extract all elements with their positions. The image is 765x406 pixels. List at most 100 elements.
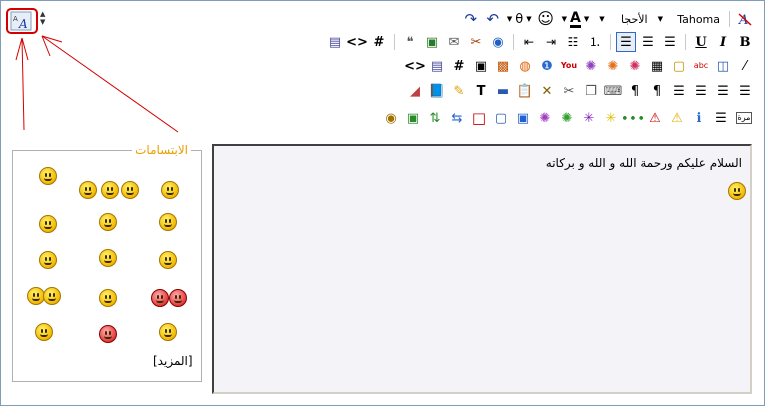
font-color-select[interactable]: ▼ A ▼: [558, 9, 594, 29]
smiley-icon: ☺: [537, 9, 554, 28]
star-button-2[interactable]: ✳: [579, 108, 599, 128]
special-chars-select[interactable]: ▼ θ ▼: [505, 9, 534, 29]
hash-button-2[interactable]: #: [449, 56, 469, 76]
media-button[interactable]: ◍: [515, 56, 535, 76]
smiley-7[interactable]: [99, 213, 117, 231]
indent-button[interactable]: ⇥: [541, 32, 561, 52]
email-button[interactable]: ✉: [444, 32, 464, 52]
smiley-10[interactable]: [99, 249, 117, 267]
marquee-button[interactable]: مرة: [733, 108, 755, 128]
eraser-button[interactable]: ◢: [405, 81, 425, 101]
align-center-button-2[interactable]: ☰: [691, 81, 711, 101]
gallery-button[interactable]: ▣: [471, 56, 491, 76]
align-right-button[interactable]: ☰: [660, 32, 680, 52]
dots-button[interactable]: ∙∙∙: [621, 108, 645, 128]
alert-button[interactable]: ⚠: [645, 108, 665, 128]
rtl-button[interactable]: ¶: [647, 81, 667, 101]
green-box-button[interactable]: ▣: [403, 108, 423, 128]
blue-box-button[interactable]: ▣: [513, 108, 533, 128]
quote-button[interactable]: ❝: [400, 32, 420, 52]
code-button-2[interactable]: <>: [404, 56, 426, 76]
hr-button[interactable]: ▬: [493, 81, 513, 101]
code-button[interactable]: <>: [346, 32, 368, 52]
book-button[interactable]: 📘: [427, 81, 447, 101]
smiley-17[interactable]: [35, 323, 53, 341]
ordered-list-button[interactable]: ⒈: [585, 32, 605, 52]
italic-button[interactable]: I: [713, 32, 733, 52]
justify-button[interactable]: ☰: [735, 81, 755, 101]
unlink-button[interactable]: ✂: [466, 32, 486, 52]
outdent-button[interactable]: ⇤: [519, 32, 539, 52]
smiley-19[interactable]: [159, 323, 177, 341]
red-border-button[interactable]: □: [469, 108, 489, 128]
smiley-13[interactable]: [43, 287, 61, 305]
scroll-button[interactable]: ◫: [713, 56, 733, 76]
smiley-6[interactable]: [39, 215, 57, 233]
smiley-button[interactable]: ☺: [536, 9, 556, 29]
photo-button[interactable]: ▩: [493, 56, 513, 76]
smiley-1[interactable]: [39, 167, 57, 185]
smiley-2[interactable]: [79, 181, 97, 199]
frame-button[interactable]: ▢: [669, 56, 689, 76]
keyboard-button[interactable]: ⌨: [603, 81, 623, 101]
smiley-8[interactable]: [159, 213, 177, 231]
align-left-button-2[interactable]: ☰: [669, 81, 689, 101]
magic-wand-button[interactable]: ⁄: [735, 56, 755, 76]
smiley-3[interactable]: [101, 181, 119, 199]
paste-button[interactable]: 📋: [515, 81, 535, 101]
spell-check-button[interactable]: abc: [691, 56, 711, 76]
cut-button[interactable]: ✂: [559, 81, 579, 101]
smiley-15[interactable]: [151, 289, 169, 307]
editor-textarea[interactable]: السلام عليكم ورحمة الله و الله و بركاته: [212, 144, 752, 394]
underline-button[interactable]: U: [691, 32, 711, 52]
smiley-16[interactable]: [169, 289, 187, 307]
align-right-button-2[interactable]: ☰: [713, 81, 733, 101]
firework-button-3[interactable]: ✺: [581, 56, 601, 76]
list-box-button[interactable]: ☰: [711, 108, 731, 128]
close-button[interactable]: ✕: [537, 81, 557, 101]
info-button-2[interactable]: ❶: [537, 56, 557, 76]
smiley-18[interactable]: [99, 325, 117, 343]
font-size-select[interactable]: ▼ الأحجا: [595, 9, 651, 29]
align-left-button[interactable]: ☰: [616, 32, 636, 52]
table-button[interactable]: ▦: [647, 56, 667, 76]
firework-button-2[interactable]: ✺: [603, 56, 623, 76]
unordered-list-button[interactable]: ☷: [563, 32, 583, 52]
font-family-select[interactable]: ▼ Tahoma: [654, 9, 724, 29]
hash-button[interactable]: #: [369, 32, 389, 52]
smiley-9[interactable]: [39, 251, 57, 269]
border-button[interactable]: ▢: [491, 108, 511, 128]
undo-button[interactable]: ↶: [483, 9, 503, 29]
smiley-4[interactable]: [121, 181, 139, 199]
more-smilies-link[interactable]: [المزيد]: [153, 354, 193, 368]
star-button-4[interactable]: ✺: [535, 108, 555, 128]
star-button-1[interactable]: ✳: [601, 108, 621, 128]
info-button[interactable]: ℹ: [689, 108, 709, 128]
resize-arrows-icon[interactable]: ▲ ▼: [40, 10, 45, 26]
firework-button-1[interactable]: ✺: [625, 56, 645, 76]
link-button[interactable]: ◉: [488, 32, 508, 52]
warning-button[interactable]: ⚠: [667, 108, 687, 128]
smiley-14[interactable]: [99, 289, 117, 307]
swap-button[interactable]: ⇆: [447, 108, 467, 128]
font-resize-button[interactable]: A A: [10, 11, 32, 31]
php-button[interactable]: ▤: [325, 32, 345, 52]
text-color-button[interactable]: T: [471, 81, 491, 101]
star-button-3[interactable]: ✺: [557, 108, 577, 128]
remove-format-button[interactable]: A: [735, 9, 755, 29]
up-down-button[interactable]: ⇅: [425, 108, 445, 128]
smiley-5[interactable]: [161, 181, 179, 199]
align-center-button[interactable]: ☰: [638, 32, 658, 52]
bold-button[interactable]: B: [735, 32, 755, 52]
image-button[interactable]: ▣: [422, 32, 442, 52]
smiley-11[interactable]: [159, 251, 177, 269]
youtube-button[interactable]: You: [559, 56, 579, 76]
copy-button[interactable]: ❐: [581, 81, 601, 101]
quote-icon: ❝: [406, 34, 414, 50]
ltr-button[interactable]: ¶: [625, 81, 645, 101]
align-left-icon: ☰: [620, 34, 632, 50]
php-button-2[interactable]: ▤: [427, 56, 447, 76]
world-search-button[interactable]: ◉: [381, 108, 401, 128]
highlight-button[interactable]: ✎: [449, 81, 469, 101]
redo-button[interactable]: ↷: [461, 9, 481, 29]
